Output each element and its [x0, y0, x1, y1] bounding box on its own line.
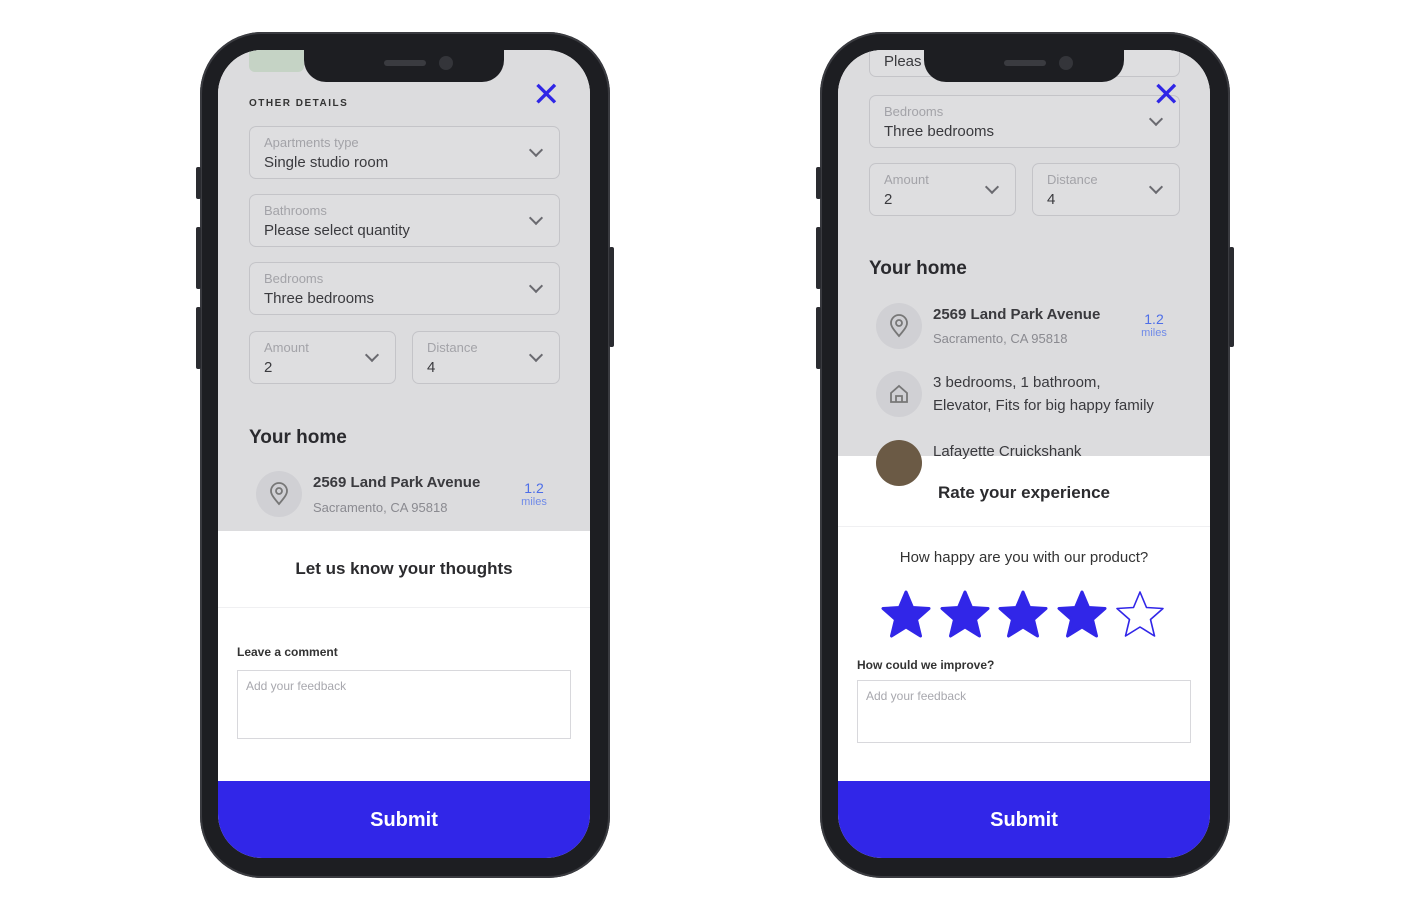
field-label: Distance: [1047, 172, 1098, 187]
comment-textarea[interactable]: Add your feedback: [237, 670, 571, 739]
chevron-down-icon: [528, 347, 544, 363]
notch: [924, 50, 1124, 82]
field-value: Pleas: [884, 53, 922, 70]
your-home-heading: Your home: [869, 258, 967, 279]
address-line2: Sacramento, CA 95818: [933, 331, 1068, 346]
star-filled-icon[interactable]: [998, 590, 1048, 640]
address-line1: 2569 Land Park Avenue: [313, 474, 481, 491]
chevron-down-icon: [1148, 179, 1164, 195]
star-filled-icon[interactable]: [881, 590, 931, 640]
side-button: [196, 307, 201, 369]
distance-value: 1.2: [524, 480, 544, 496]
chevron-down-icon: [364, 347, 380, 363]
close-icon[interactable]: ✕: [1152, 78, 1181, 112]
field-value: 2: [884, 191, 893, 208]
side-button: [1229, 247, 1234, 347]
home-icon: [876, 371, 922, 417]
comment-label: Leave a comment: [237, 645, 338, 659]
side-button: [609, 247, 614, 347]
star-filled-icon[interactable]: [1057, 590, 1107, 640]
image-thumbnail: [249, 50, 304, 72]
close-icon[interactable]: ✕: [532, 78, 561, 112]
field-label: Amount: [884, 172, 929, 187]
star-empty-icon[interactable]: [1115, 590, 1165, 640]
phone-left: OTHER DETAILS ✕ Apartments type Single st…: [196, 32, 614, 878]
distance-badge: 1.2 miles: [514, 480, 554, 508]
bedrooms-select[interactable]: Bedrooms Three bedrooms: [249, 262, 560, 315]
amount-select[interactable]: Amount 2: [249, 331, 396, 384]
feedback-textarea[interactable]: Add your feedback: [857, 680, 1191, 743]
field-value: 2: [264, 359, 273, 376]
submit-button[interactable]: Submit: [838, 781, 1210, 858]
chevron-down-icon: [528, 210, 544, 226]
sheet-title: Rate your experience: [938, 483, 1110, 502]
field-label: Bathrooms: [264, 203, 327, 218]
field-value: 4: [1047, 191, 1056, 208]
field-value: Three bedrooms: [264, 290, 375, 307]
location-pin-icon: [876, 303, 922, 349]
field-label: Bedrooms: [884, 104, 944, 119]
distance-unit: miles: [521, 496, 547, 508]
field-value: Please select quantity: [264, 222, 410, 239]
screen: OTHER DETAILS ✕ Apartments type Single st…: [218, 50, 590, 858]
chevron-down-icon: [528, 278, 544, 294]
field-value: 4: [427, 359, 436, 376]
sheet-title: Let us know your thoughts: [295, 559, 513, 578]
bedrooms-select[interactable]: Bedrooms Three bedrooms: [869, 95, 1180, 148]
side-button: [196, 227, 201, 289]
address-line1: 2569 Land Park Avenue: [933, 306, 1101, 323]
rating-question: How happy are you with our product?: [899, 549, 1149, 566]
field-label: Amount: [264, 340, 309, 355]
divider: [218, 607, 590, 608]
distance-badge: 1.2 miles: [1134, 311, 1174, 339]
background-form: OTHER DETAILS ✕ Apartments type Single st…: [218, 50, 590, 531]
field-label: Apartments type: [264, 135, 359, 150]
background-form: Pleas ✕ Bedrooms Three bedrooms Amount 2 D…: [838, 50, 1210, 486]
details-line1: 3 bedrooms, 1 bathroom,: [933, 374, 1101, 391]
distance-select[interactable]: Distance 4: [1032, 163, 1180, 216]
screen: Pleas ✕ Bedrooms Three bedrooms Amount 2 D…: [838, 50, 1210, 858]
field-label: Bedrooms: [264, 271, 324, 286]
distance-select[interactable]: Distance 4: [412, 331, 560, 384]
side-button: [196, 167, 201, 199]
phone-right: Pleas ✕ Bedrooms Three bedrooms Amount 2 D…: [816, 32, 1234, 878]
field-label: Distance: [427, 340, 478, 355]
apartment-type-select[interactable]: Apartments type Single studio room: [249, 126, 560, 179]
section-title: OTHER DETAILS: [249, 98, 349, 109]
submit-button[interactable]: Submit: [218, 781, 590, 858]
chevron-down-icon: [528, 142, 544, 158]
chevron-down-icon: [984, 179, 1000, 195]
your-home-heading: Your home: [249, 427, 347, 448]
notch: [304, 50, 504, 82]
location-pin-icon: [256, 471, 302, 517]
improve-label: How could we improve?: [857, 658, 995, 672]
field-value: Three bedrooms: [884, 123, 995, 140]
amount-select[interactable]: Amount 2: [869, 163, 1016, 216]
avatar: [876, 440, 922, 486]
owner-name: Lafayette Cruickshank: [933, 443, 1082, 460]
address-line2: Sacramento, CA 95818: [313, 500, 448, 515]
side-button: [816, 307, 821, 369]
distance-value: 1.2: [1144, 311, 1164, 327]
divider: [838, 526, 1210, 527]
star-filled-icon[interactable]: [940, 590, 990, 640]
side-button: [816, 167, 821, 199]
bathrooms-select[interactable]: Bathrooms Please select quantity: [249, 194, 560, 247]
details-line2: Elevator, Fits for big happy family: [933, 397, 1154, 414]
chevron-down-icon: [1148, 111, 1164, 127]
distance-unit: miles: [1141, 327, 1167, 339]
side-button: [816, 227, 821, 289]
field-value: Single studio room: [264, 154, 389, 171]
